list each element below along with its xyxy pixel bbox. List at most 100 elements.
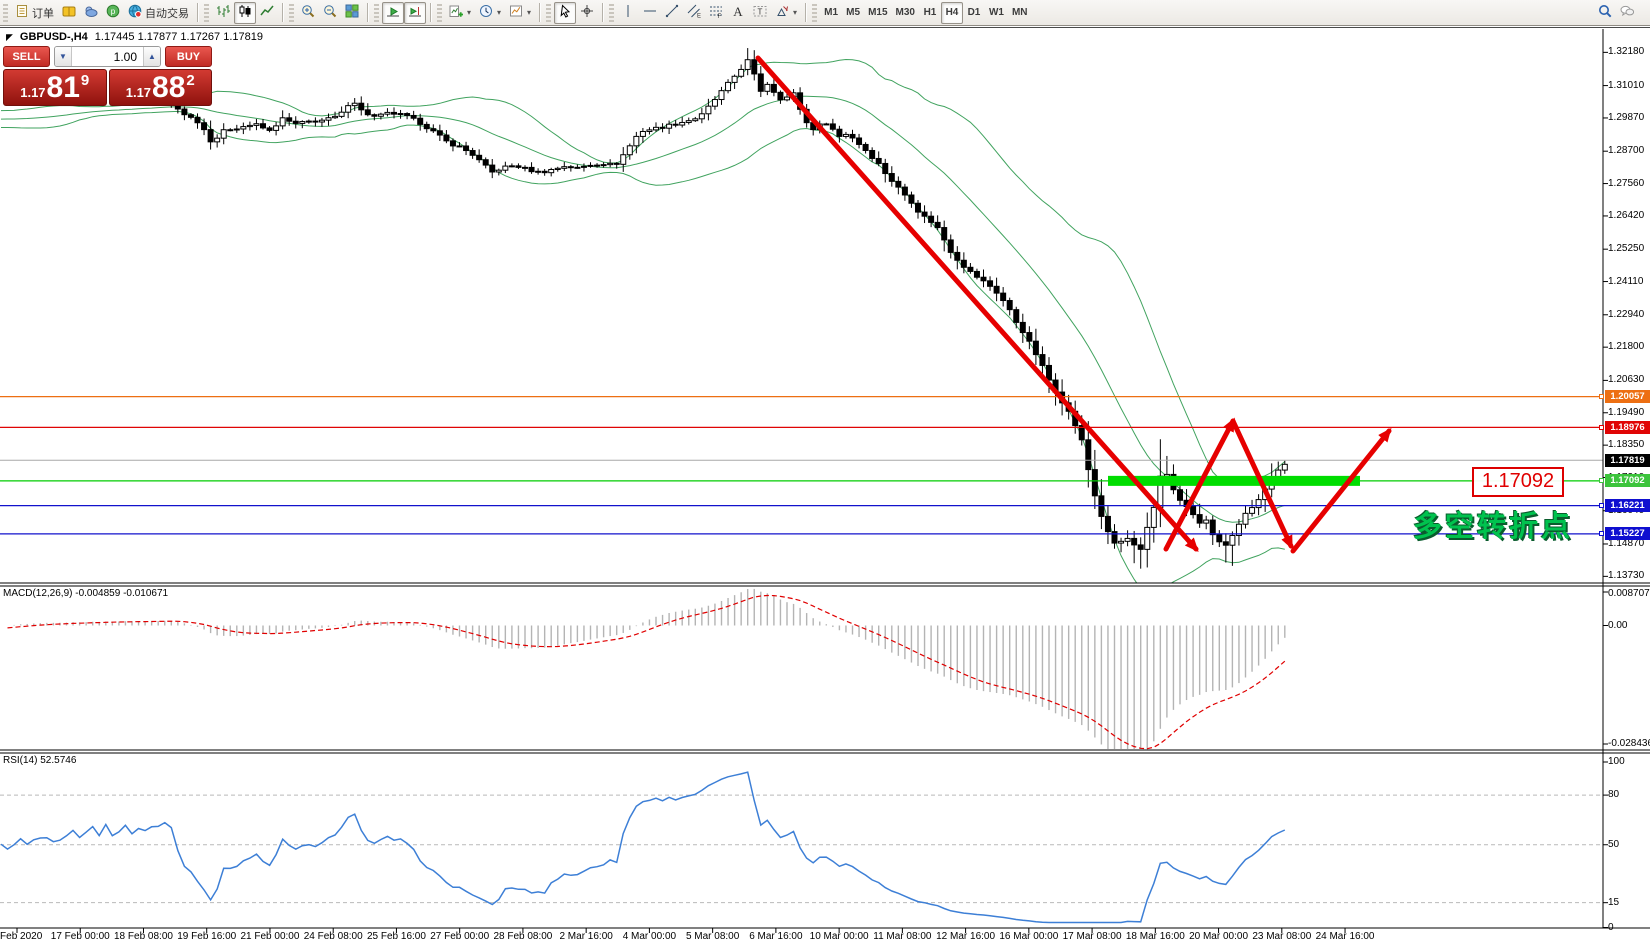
- support-zone-object[interactable]: [1108, 476, 1360, 486]
- volume-down-icon[interactable]: ▼: [55, 47, 72, 66]
- macd-tick: -0.028436: [1608, 738, 1650, 749]
- sell-price-main: 81: [47, 73, 80, 103]
- timeframe-m30[interactable]: M30: [892, 2, 919, 24]
- time-tick: 25 Feb 16:00: [367, 931, 426, 942]
- toolbar-separator: [282, 3, 284, 22]
- collapse-panel-icon[interactable]: ◤: [6, 33, 13, 42]
- timeframe-h1-label: H1: [924, 7, 937, 18]
- chat-button[interactable]: [1616, 2, 1638, 24]
- book-icon: [62, 4, 76, 21]
- timeframe-m15[interactable]: M15: [864, 2, 891, 24]
- chart-shift-button[interactable]: [404, 2, 426, 24]
- autotrading-button[interactable]: 自动交易: [124, 2, 193, 24]
- profiles-button[interactable]: [80, 2, 102, 24]
- signals-button[interactable]: p: [102, 2, 124, 24]
- price-tick: 1.31010: [1608, 80, 1650, 91]
- new-order-button-label: 订单: [32, 5, 54, 21]
- zoom-in-button[interactable]: [297, 2, 319, 24]
- price-tick: 1.27560: [1608, 178, 1650, 189]
- search-button[interactable]: [1594, 2, 1616, 24]
- buy-price[interactable]: 1.17 88 2: [109, 69, 213, 106]
- time-tick: 19 Feb 16:00: [177, 931, 236, 942]
- rsi-indicator-label: RSI(14) 52.5746: [3, 755, 76, 766]
- trend-arrow[interactable]: [1293, 431, 1389, 551]
- time-tick: 24 Feb 08:00: [304, 931, 363, 942]
- macd-series: [8, 589, 1285, 749]
- line-chart-button[interactable]: [256, 2, 278, 24]
- price-tick: 1.21800: [1608, 341, 1650, 352]
- crosshair-button[interactable]: [576, 2, 598, 24]
- vertical-line-button[interactable]: [617, 2, 639, 24]
- sell-price[interactable]: 1.17 81 9: [3, 69, 107, 106]
- doc-icon: [15, 4, 29, 21]
- timeframe-h4[interactable]: H4: [941, 2, 963, 24]
- text-button[interactable]: A: [727, 2, 749, 24]
- volume-up-icon[interactable]: ▲: [143, 47, 160, 66]
- terminal-button[interactable]: [58, 2, 80, 24]
- svg-text:E: E: [697, 14, 701, 19]
- chart-canvas[interactable]: [0, 27, 1650, 943]
- price-text-object[interactable]: 1.17092: [1472, 467, 1564, 497]
- chevron-down-icon[interactable]: ▾: [527, 8, 531, 17]
- new-chart-button[interactable]: ▾: [445, 2, 475, 24]
- tile-windows-button[interactable]: [341, 2, 363, 24]
- label-button[interactable]: T: [749, 2, 771, 24]
- bar-chart-button[interactable]: [212, 2, 234, 24]
- time-tick: 10 Mar 00:00: [810, 931, 869, 942]
- cursor-button[interactable]: [554, 2, 576, 24]
- time-tick: 3 Feb 2020: [0, 931, 42, 942]
- chevron-down-icon[interactable]: ▾: [467, 8, 471, 17]
- new-order-button[interactable]: 订单: [11, 2, 58, 24]
- price-level-badge: 1.20057: [1605, 390, 1650, 403]
- timeframe-m1-label: M1: [824, 7, 838, 18]
- auto-scroll-button[interactable]: [382, 2, 404, 24]
- time-tick: 24 Mar 16:00: [1316, 931, 1375, 942]
- toolbar-separator: [602, 3, 604, 22]
- templates-button[interactable]: ▾: [505, 2, 535, 24]
- buy-button[interactable]: BUY: [165, 46, 212, 67]
- vline-icon: [621, 4, 635, 21]
- timeframe-mn[interactable]: MN: [1008, 2, 1032, 24]
- shapes-icon: [775, 4, 789, 21]
- shift-icon: [408, 4, 422, 21]
- candlestick-chart-button[interactable]: [234, 2, 256, 24]
- annotation-text-object[interactable]: 多空转折点: [1413, 503, 1573, 545]
- chevron-down-icon[interactable]: ▾: [497, 8, 501, 17]
- channel-button[interactable]: E: [683, 2, 705, 24]
- toolbar-grip: [609, 4, 614, 22]
- fibonacci-button[interactable]: F: [705, 2, 727, 24]
- time-tick: 5 Mar 08:00: [686, 931, 739, 942]
- sell-button[interactable]: SELL: [3, 46, 50, 67]
- trend-arrow[interactable]: [758, 58, 1196, 549]
- timeframe-w1[interactable]: W1: [985, 2, 1008, 24]
- price-tick: 1.32180: [1608, 46, 1650, 57]
- timeframe-m1[interactable]: M1: [820, 2, 842, 24]
- chat-icon: [1620, 4, 1634, 21]
- price-level-badge: 1.15227: [1605, 527, 1650, 540]
- ohlc-values: 1.17445 1.17877 1.17267 1.17819: [95, 31, 263, 43]
- chevron-down-icon[interactable]: ▾: [793, 8, 797, 17]
- rsi-tick: 0: [1608, 922, 1650, 933]
- periods-button[interactable]: ▾: [475, 2, 505, 24]
- volume-stepper[interactable]: ▼ 1.00 ▲: [54, 46, 161, 67]
- timeframe-m5[interactable]: M5: [842, 2, 864, 24]
- zoom-out-button[interactable]: [319, 2, 341, 24]
- time-tick: 17 Mar 08:00: [1063, 931, 1122, 942]
- hline-icon: [643, 4, 657, 21]
- price-tick: 1.19490: [1608, 407, 1650, 418]
- volume-value[interactable]: 1.00: [72, 47, 143, 66]
- toolbar-grip: [437, 4, 442, 22]
- autoscroll-icon: [386, 4, 400, 21]
- symbol-period-label: GBPUSD-,H4: [20, 31, 88, 43]
- svg-text:p: p: [111, 7, 116, 16]
- timeframe-d1[interactable]: D1: [963, 2, 985, 24]
- horizontal-line-button[interactable]: [639, 2, 661, 24]
- sell-price-prefix: 1.17: [20, 85, 45, 100]
- timeframe-d1-label: D1: [968, 7, 981, 18]
- chart-title: ◤ GBPUSD-,H4 1.17445 1.17877 1.17267 1.1…: [6, 31, 263, 43]
- trendline-button[interactable]: [661, 2, 683, 24]
- tile-icon: [345, 4, 359, 21]
- shapes-button[interactable]: ▾: [771, 2, 801, 24]
- timeframe-h1[interactable]: H1: [919, 2, 941, 24]
- bars-icon: [216, 4, 230, 21]
